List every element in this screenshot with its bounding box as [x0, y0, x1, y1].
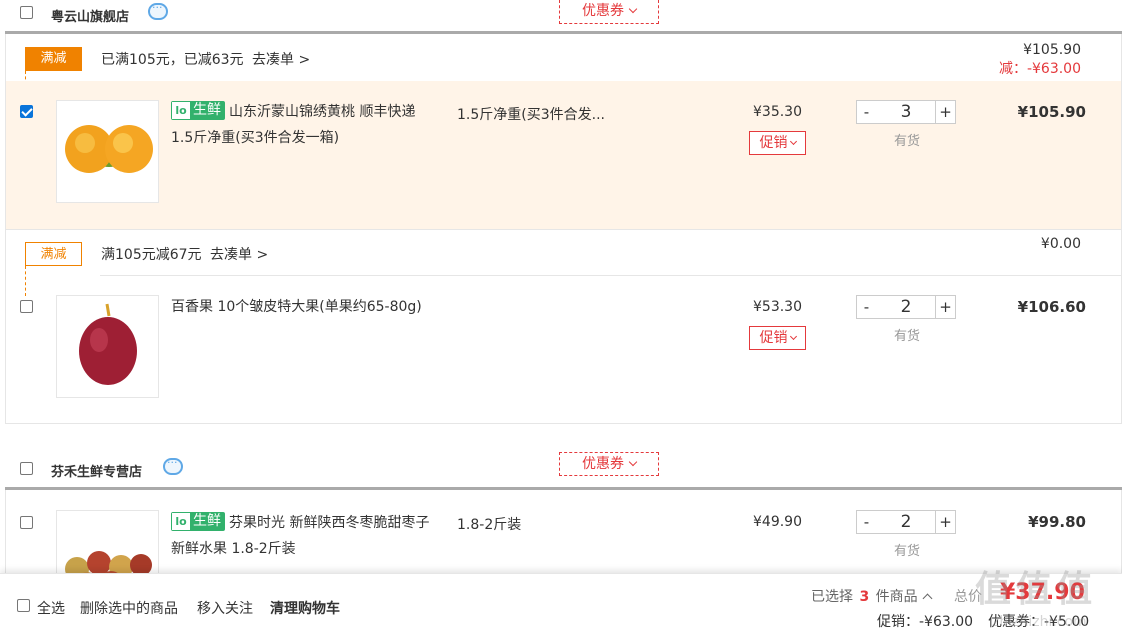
coupon-button[interactable]: 优惠券 [559, 452, 659, 476]
qty-input[interactable]: 3 [876, 100, 936, 124]
product-spec: 1.5斤净重(买3件合发... [457, 107, 605, 123]
item-subtotal: ¥106.60 [1017, 298, 1086, 316]
select-all-label[interactable]: 全选 [37, 598, 65, 618]
go-add-items-link[interactable]: 去凑单 > [252, 52, 310, 68]
item-subtotal: ¥105.90 [1017, 103, 1086, 121]
item-checkbox[interactable] [20, 516, 33, 529]
move-to-follow-link[interactable]: 移入关注 [197, 598, 253, 618]
qty-plus-button[interactable]: + [935, 510, 956, 534]
promotion-dropdown[interactable]: 促销 [749, 131, 806, 155]
yellow-peach-image [65, 125, 153, 173]
product-title[interactable]: lo 生鲜 山东沂蒙山锦绣黄桃 顺丰快递 1.5斤净重(买3件合发一箱) [171, 99, 433, 151]
qty-plus-button[interactable]: + [935, 100, 956, 124]
item-checkbox[interactable] [20, 300, 33, 313]
selected-number: 3 [859, 589, 870, 605]
chevron-down-icon [789, 332, 797, 341]
selected-suffix: 件商品 [875, 589, 918, 605]
unit-price: ¥49.90 [753, 514, 802, 530]
row-divider [6, 229, 1121, 230]
promotion-dropdown[interactable]: 促销 [749, 326, 806, 350]
promotion-label: 促销 [759, 330, 788, 346]
shop-checkbox[interactable] [20, 6, 33, 19]
quantity-stepper[interactable]: - 3 + [856, 100, 956, 124]
watermark-url: zhizhizhi.com [992, 614, 1087, 630]
promo-total: ¥105.90 [1023, 42, 1081, 58]
quantity-stepper[interactable]: - 2 + [856, 295, 956, 319]
promo-status: 已满105元，已减63元 [101, 52, 244, 68]
go-add-items-link[interactable]: 去凑单 > [210, 247, 268, 263]
fresh-logo-icon: lo [172, 101, 190, 119]
stock-status: 有货 [894, 329, 921, 344]
qty-minus-button[interactable]: - [856, 100, 877, 124]
stock-status: 有货 [894, 544, 921, 559]
chevron-up-icon [922, 593, 933, 604]
passion-fruit-image [79, 303, 137, 385]
promo-discount: 减：-¥63.00 [998, 61, 1081, 77]
coupon-label: 优惠券 [582, 456, 624, 472]
stock-status: 有货 [894, 134, 921, 149]
qty-input[interactable]: 2 [876, 295, 936, 319]
chat-icon[interactable] [148, 1, 168, 20]
chevron-down-icon [628, 4, 638, 14]
promo-status: 满105元减67元 [101, 247, 202, 263]
clear-cart-link[interactable]: 清理购物车 [270, 598, 340, 618]
qty-input[interactable]: 2 [876, 510, 936, 534]
promo-total: ¥0.00 [1040, 236, 1081, 252]
product-title-text: 百香果 10个皱皮特大果(单果约65-80g) [171, 299, 422, 315]
product-spec: 1.8-2斤装 [457, 517, 522, 533]
quantity-stepper[interactable]: - 2 + [856, 510, 956, 534]
unit-price: ¥53.30 [753, 299, 802, 315]
unit-price: ¥35.30 [753, 104, 802, 120]
product-title[interactable]: lo 生鲜 芬果时光 新鲜陕西冬枣脆甜枣子 新鲜水果 1.8-2斤装 [171, 510, 433, 562]
promo-tag: 满减 [25, 242, 82, 266]
select-all-checkbox[interactable] [17, 599, 30, 612]
promo-summary: 促销：-¥63.00 [877, 614, 974, 630]
qty-plus-button[interactable]: + [935, 295, 956, 319]
chevron-down-icon [789, 137, 797, 146]
chevron-down-icon [628, 457, 638, 467]
shop-name[interactable]: 粤云山旗舰店 [51, 6, 129, 25]
fresh-badge: lo 生鲜 [171, 511, 225, 531]
shop-checkbox[interactable] [20, 462, 33, 475]
promo-text: 已满105元，已减63元 去凑单 > [101, 49, 310, 69]
coupon-label: 优惠券 [582, 3, 624, 19]
cart-summary-bar: 全选 删除选中的商品 移入关注 清理购物车 已选择 3 件商品 总价 ¥37.9… [0, 569, 1122, 640]
fresh-badge: lo 生鲜 [171, 100, 225, 120]
product-image[interactable] [56, 100, 159, 203]
qty-minus-button[interactable]: - [856, 295, 877, 319]
product-image[interactable] [56, 295, 159, 398]
watermark-logo: 值 值 值 [975, 569, 1092, 610]
product-title[interactable]: 百香果 10个皱皮特大果(单果约65-80g) [171, 294, 433, 320]
selected-count[interactable]: 已选择 3 件商品 [811, 586, 933, 606]
coupon-button[interactable]: 优惠券 [559, 0, 659, 24]
fresh-logo-icon: lo [172, 512, 190, 530]
item-subtotal: ¥99.80 [1028, 513, 1086, 531]
shop-name[interactable]: 芬禾生鲜专营店 [51, 461, 142, 480]
chat-icon[interactable] [163, 456, 183, 475]
promo-tag: 满减 [25, 47, 82, 71]
row-divider [100, 275, 1121, 276]
item-checkbox[interactable] [20, 105, 33, 118]
delete-selected-link[interactable]: 删除选中的商品 [80, 598, 178, 618]
promo-connector [25, 266, 26, 296]
promo-text: 满105元减67元 去凑单 > [101, 244, 268, 264]
promotion-label: 促销 [759, 135, 788, 151]
qty-minus-button[interactable]: - [856, 510, 877, 534]
selected-prefix: 已选择 [811, 589, 853, 605]
